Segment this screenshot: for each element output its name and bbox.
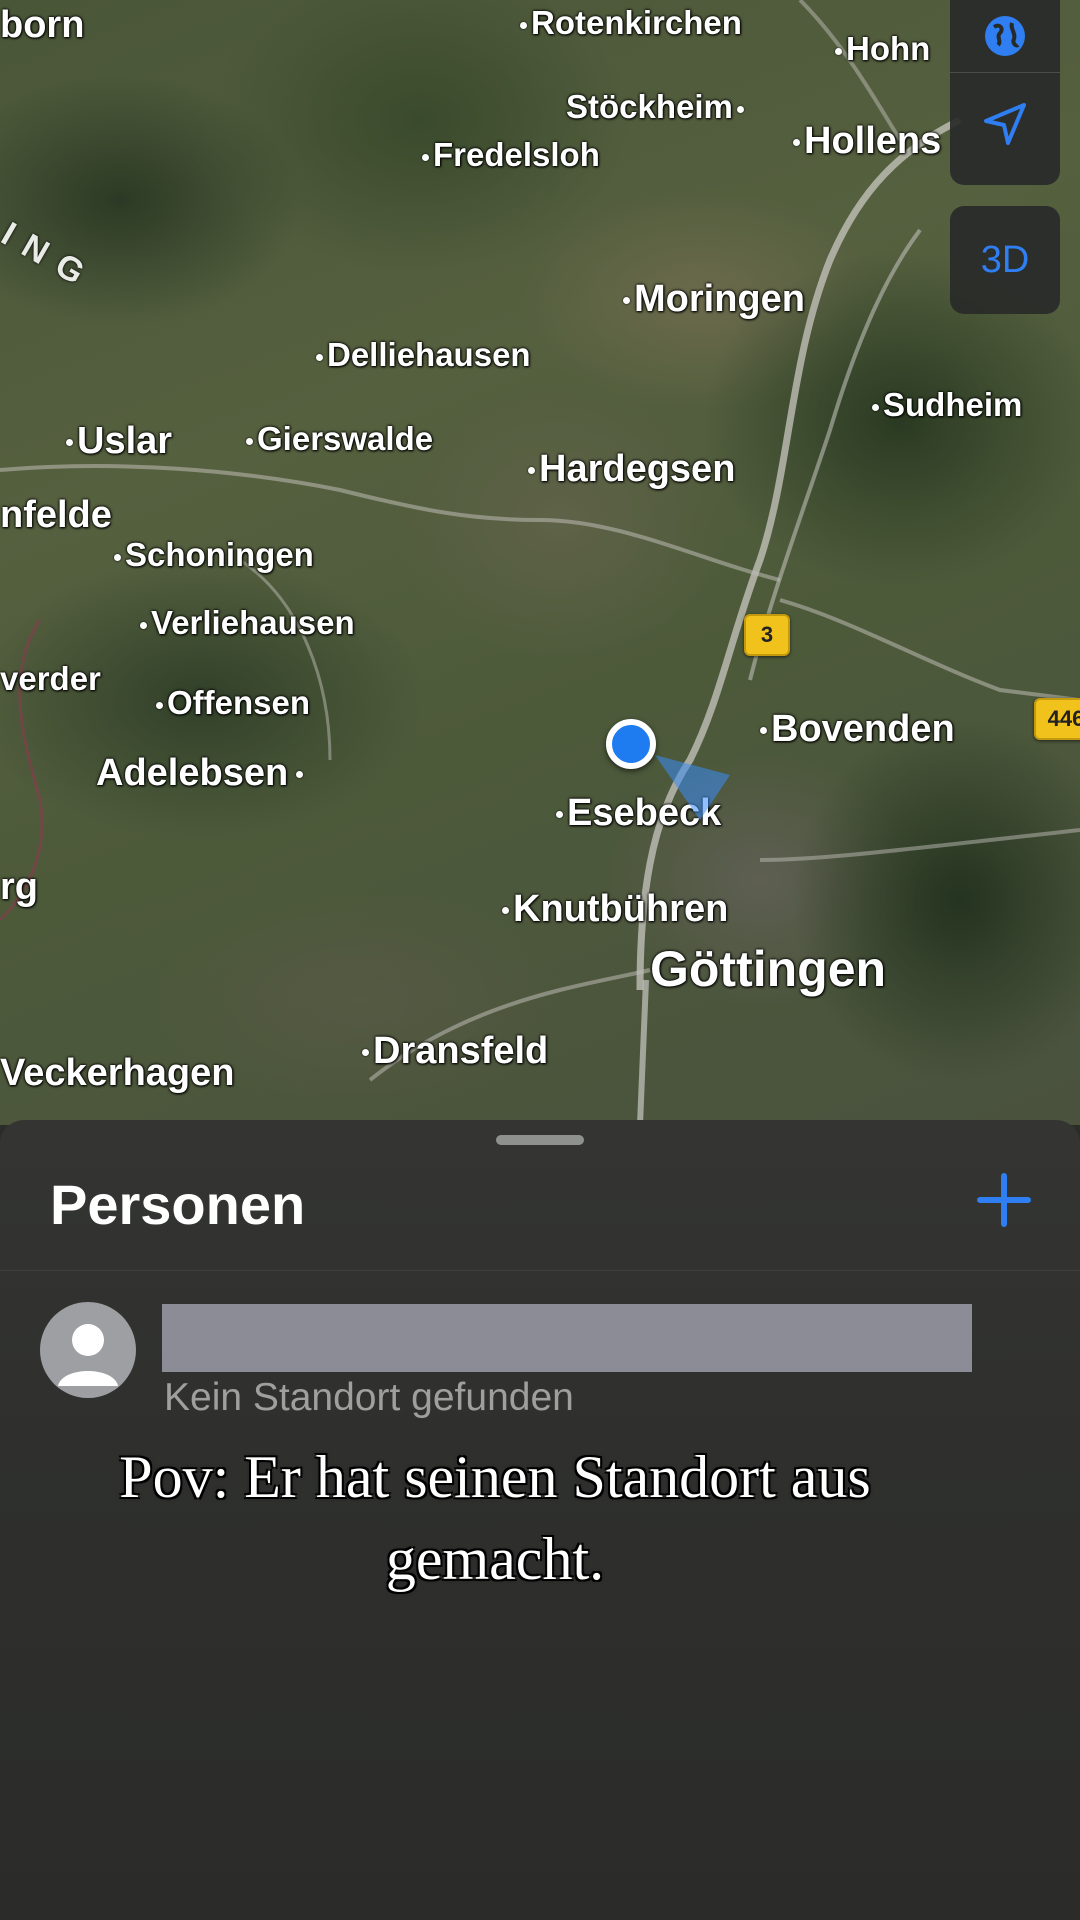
place-uslar[interactable]: Uslar	[66, 420, 172, 463]
place-label: Hohn	[846, 30, 931, 67]
place-dot	[760, 727, 767, 735]
place-verliehausen[interactable]: Verliehausen	[140, 604, 355, 642]
place-born[interactable]: born	[0, 4, 84, 47]
sheet-divider	[0, 1270, 1080, 1271]
place-label: Adelebsen	[96, 752, 289, 794]
place-dot	[114, 553, 121, 561]
place-label: Schoningen	[125, 536, 314, 573]
locate-me-button[interactable]	[950, 74, 1060, 174]
place-dot	[422, 153, 429, 161]
place-moringen[interactable]: Moringen	[623, 278, 805, 321]
place-label: rg	[0, 866, 38, 908]
place-dot	[502, 907, 509, 915]
place-label: Moringen	[634, 278, 805, 320]
location-arrow-icon	[984, 103, 1026, 145]
place-hardegsen[interactable]: Hardegsen	[528, 448, 735, 491]
place-rotenkirchen[interactable]: Rotenkirchen	[520, 4, 742, 42]
place-dransfeld[interactable]: Dransfeld	[362, 1030, 548, 1073]
map-view[interactable]: ING born Rotenkirchen Hohn Stöckheim Fre…	[0, 0, 1080, 1125]
place-dot	[296, 771, 304, 779]
road-shield-446: 446	[1034, 698, 1080, 740]
place-sudheim[interactable]: Sudheim	[872, 386, 1022, 424]
place-dot	[520, 21, 527, 29]
place-offensen[interactable]: Offensen	[156, 684, 310, 722]
sheet-grabber[interactable]	[496, 1135, 584, 1145]
place-label: Sudheim	[883, 386, 1023, 423]
place-dot	[872, 403, 879, 411]
place-label: Fredelsloh	[433, 136, 600, 173]
place-label: Dransfeld	[373, 1030, 549, 1072]
person-status: Kein Standort gefunden	[164, 1376, 574, 1419]
place-label: Stöckheim	[566, 88, 733, 125]
add-person-button[interactable]	[974, 1170, 1034, 1230]
place-stoeckheim[interactable]: Stöckheim	[566, 88, 748, 126]
place-nfelde[interactable]: nfelde	[0, 494, 112, 537]
place-adelebsen[interactable]: Adelebsen	[96, 752, 307, 795]
place-dot	[156, 701, 163, 709]
control-divider	[950, 72, 1060, 73]
place-dot	[623, 297, 630, 305]
place-bovenden[interactable]: Bovenden	[760, 708, 955, 751]
place-fredelsloh[interactable]: Fredelsloh	[422, 136, 600, 174]
person-avatar-icon	[40, 1302, 136, 1398]
3d-label: 3D	[980, 238, 1030, 281]
sheet-title: Personen	[50, 1173, 306, 1236]
place-dot	[793, 139, 800, 147]
place-dot	[835, 47, 842, 55]
place-label: born	[0, 4, 85, 46]
place-label: Offensen	[167, 684, 311, 721]
place-goettingen[interactable]: Göttingen	[650, 940, 886, 998]
place-dot	[316, 353, 323, 361]
place-dot	[246, 437, 253, 445]
place-dot	[528, 467, 535, 475]
person-name-redacted	[162, 1304, 972, 1372]
place-dot	[66, 439, 73, 447]
place-label: Hollens	[804, 120, 942, 162]
place-label: Veckerhagen	[0, 1052, 235, 1094]
place-label: Uslar	[77, 420, 173, 462]
current-location-dot[interactable]	[606, 719, 656, 769]
place-hollens[interactable]: Hollens	[793, 120, 941, 163]
place-dot	[556, 811, 563, 819]
place-label: Bovenden	[771, 708, 955, 750]
heading-beam	[655, 755, 730, 820]
3d-button[interactable]: 3D	[950, 206, 1060, 314]
place-label: verder	[0, 660, 101, 697]
place-hohn[interactable]: Hohn	[835, 30, 930, 68]
place-label: Göttingen	[650, 941, 887, 997]
place-dot	[362, 1049, 369, 1057]
place-dot	[736, 105, 744, 113]
video-caption: Pov: Er hat seinen Standort aus gemacht.	[119, 1444, 871, 1592]
place-label: Delliehausen	[327, 336, 531, 373]
globe-button[interactable]	[950, 0, 1060, 72]
place-label: nfelde	[0, 494, 112, 536]
place-knutbuehren[interactable]: Knutbühren	[502, 888, 728, 931]
place-dot	[140, 621, 147, 629]
place-label: Knutbühren	[513, 888, 729, 930]
place-label: Verliehausen	[151, 604, 355, 641]
place-rg[interactable]: rg	[0, 866, 38, 909]
map-control-group	[950, 0, 1060, 185]
place-label: Hardegsen	[539, 448, 736, 490]
place-label: Rotenkirchen	[531, 4, 742, 41]
plus-icon	[977, 1173, 1031, 1227]
place-verder[interactable]: verder	[0, 660, 101, 698]
place-delliehausen[interactable]: Delliehausen	[316, 336, 531, 374]
place-schoningen[interactable]: Schoningen	[114, 536, 314, 574]
place-veckerhagen[interactable]: Veckerhagen	[0, 1052, 234, 1095]
road-shield-3: 3	[744, 614, 790, 656]
place-gierswalde[interactable]: Gierswalde	[246, 420, 433, 458]
place-label: Gierswalde	[257, 420, 434, 457]
globe-icon	[985, 16, 1025, 56]
